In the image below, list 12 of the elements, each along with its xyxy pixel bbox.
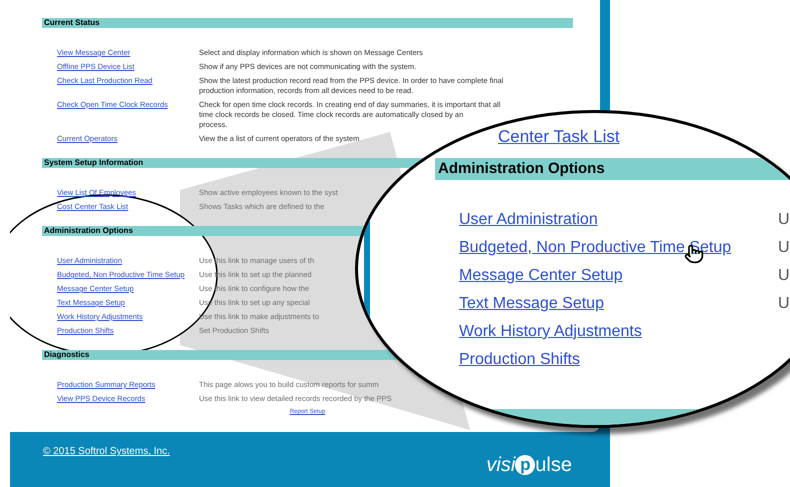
description-text: U bbox=[778, 210, 790, 230]
nav-link[interactable]: Center Task List bbox=[498, 127, 620, 147]
nav-link[interactable]: Work History Adjustments bbox=[459, 322, 778, 342]
description-text: U bbox=[778, 266, 790, 286]
nav-link[interactable]: Message Center Setup bbox=[459, 266, 778, 286]
visipulse-logo: visi p ulse bbox=[486, 454, 572, 476]
copyright-link[interactable]: © 2015 Softrol Systems, Inc. bbox=[43, 444, 170, 459]
nav-link[interactable]: Text Message Setup bbox=[459, 294, 778, 314]
description-text: U bbox=[778, 294, 790, 314]
section-header: Current Status bbox=[42, 18, 573, 28]
section-header: Administration Options bbox=[435, 158, 790, 180]
description-text: U bbox=[778, 238, 790, 258]
